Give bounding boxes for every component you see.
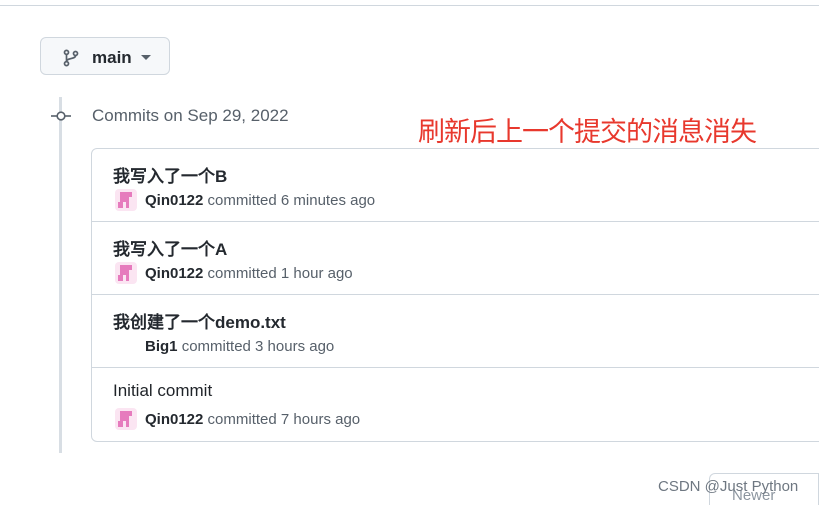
commit-time[interactable]: 3 hours ago xyxy=(255,338,334,355)
branch-select-button[interactable]: main xyxy=(40,37,170,75)
commit-meta: Qin0122 committed 1 hour ago xyxy=(145,265,353,282)
commit-author-link[interactable]: Qin0122 xyxy=(145,411,203,428)
commit-title-link[interactable]: 我写入了一个B xyxy=(113,162,227,187)
commit-time[interactable]: 7 hours ago xyxy=(281,411,360,428)
commit-verb: committed xyxy=(207,192,277,209)
commit-title-link[interactable]: 我写入了一个A xyxy=(113,235,227,260)
commit-list: 我写入了一个B Qin0122 committed 6 minutes ago … xyxy=(91,148,819,442)
top-divider xyxy=(0,5,819,6)
commit-author-link[interactable]: Qin0122 xyxy=(145,192,203,209)
chevron-down-icon xyxy=(141,55,151,60)
branch-label: main xyxy=(92,48,132,67)
commit-meta: Qin0122 committed 6 minutes ago xyxy=(145,192,375,209)
commit-row: 我创建了一个demo.txt Big1 committed 3 hours ag… xyxy=(92,295,819,368)
commit-row: 我写入了一个B Qin0122 committed 6 minutes ago xyxy=(92,149,819,222)
commit-title-link[interactable]: Initial commit xyxy=(113,381,212,401)
avatar[interactable] xyxy=(115,408,137,430)
annotation-text: 刷新后上一个提交的消息消失 xyxy=(418,117,757,148)
commit-verb: committed xyxy=(207,265,277,282)
watermark: CSDN @Just Python xyxy=(658,478,799,495)
git-branch-icon xyxy=(63,49,79,67)
commit-verb: committed xyxy=(207,411,277,428)
avatar[interactable] xyxy=(115,189,137,211)
commit-time[interactable]: 1 hour ago xyxy=(281,265,353,282)
commit-row: 我写入了一个A Qin0122 committed 1 hour ago xyxy=(92,222,819,295)
commit-verb: committed xyxy=(181,338,251,355)
commit-author-link[interactable]: Qin0122 xyxy=(145,265,203,282)
commit-meta: Big1 committed 3 hours ago xyxy=(145,338,334,355)
commit-author-link[interactable]: Big1 xyxy=(145,338,178,355)
avatar[interactable] xyxy=(115,262,137,284)
commit-time[interactable]: 6 minutes ago xyxy=(281,192,375,209)
commit-title-link[interactable]: 我创建了一个demo.txt xyxy=(113,308,286,333)
commit-date-heading: Commits on Sep 29, 2022 xyxy=(92,106,289,125)
commit-row: Initial commit Qin0122 committed 7 hours… xyxy=(92,368,819,441)
timeline-line xyxy=(59,97,62,453)
git-commit-icon xyxy=(51,111,71,121)
commit-meta: Qin0122 committed 7 hours ago xyxy=(145,411,360,428)
